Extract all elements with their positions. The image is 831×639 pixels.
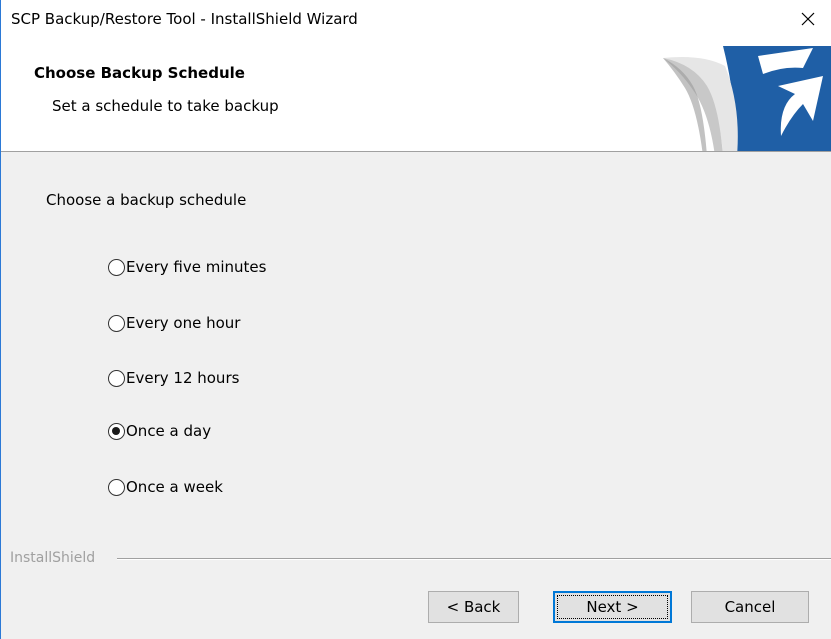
radio-button[interactable] [108, 314, 125, 332]
page-title: Choose Backup Schedule [34, 64, 245, 82]
radio-every-five-minutes[interactable]: Every five minutes [108, 256, 266, 278]
radio-label: Every five minutes [126, 258, 267, 276]
radio-every-12-hours[interactable]: Every 12 hours [108, 367, 239, 389]
page-subtitle: Set a schedule to take backup [52, 97, 279, 115]
radio-once-a-week[interactable]: Once a week [108, 476, 223, 498]
separator-line [117, 558, 831, 560]
radio-button-selected[interactable] [108, 422, 125, 440]
radio-button[interactable] [108, 369, 125, 387]
radio-label: Every 12 hours [126, 369, 240, 387]
title-bar: SCP Backup/Restore Tool - InstallShield … [1, 0, 831, 38]
installshield-brand-label: InstallShield [10, 550, 96, 566]
radio-label: Once a day [126, 422, 212, 440]
radio-label: Once a week [126, 478, 223, 496]
cancel-button[interactable]: Cancel [691, 591, 809, 623]
next-button[interactable]: Next > [553, 591, 672, 623]
back-button-label: < Back [446, 598, 501, 616]
window-title: SCP Backup/Restore Tool - InstallShield … [11, 10, 358, 28]
radio-label: Every one hour [126, 314, 241, 332]
radio-once-a-day[interactable]: Once a day [108, 420, 211, 442]
wizard-header: Choose Backup Schedule Set a schedule to… [1, 38, 831, 152]
schedule-prompt: Choose a backup schedule [46, 191, 247, 209]
close-button[interactable] [785, 0, 831, 38]
installshield-logo-icon [663, 46, 831, 151]
close-icon [801, 12, 815, 26]
next-button-label: Next > [586, 598, 639, 616]
installshield-wizard-window: SCP Backup/Restore Tool - InstallShield … [0, 0, 831, 639]
back-button[interactable]: < Back [428, 591, 519, 623]
radio-button[interactable] [108, 478, 125, 496]
radio-every-one-hour[interactable]: Every one hour [108, 312, 240, 334]
cancel-button-label: Cancel [724, 598, 776, 616]
brand-separator: InstallShield [1, 548, 831, 568]
radio-button[interactable] [108, 258, 125, 276]
